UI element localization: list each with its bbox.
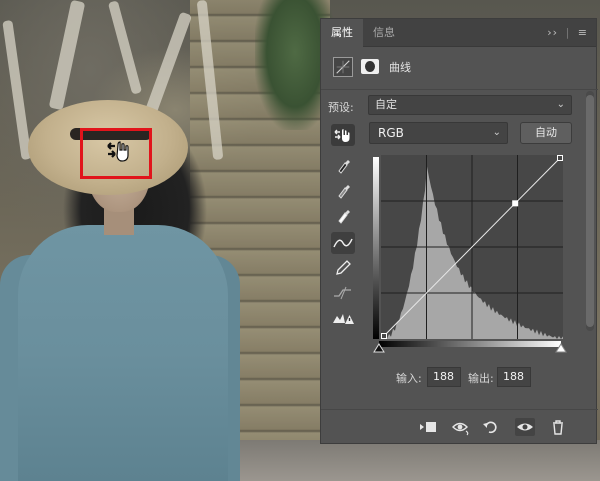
- panel-scrollbar[interactable]: [586, 91, 594, 331]
- scrollbar-thumb[interactable]: [586, 95, 594, 327]
- panel-bottom-bar: [321, 409, 598, 443]
- divider: [321, 89, 598, 90]
- highlight-face: [80, 128, 152, 179]
- properties-panel: 属性 信息 ›› | ≡ 曲线 预设: 自定 ⌄ RGB ⌄ 自动 输入: 18…: [320, 18, 598, 444]
- black-eyedropper-tool[interactable]: [331, 154, 355, 176]
- curve-control-point[interactable]: [557, 155, 563, 161]
- eyedropper-icon: [338, 185, 350, 199]
- chevron-down-icon: ⌄: [492, 127, 501, 138]
- tab-info[interactable]: 信息: [363, 19, 405, 47]
- panel-title: 曲线: [389, 61, 411, 74]
- preset-dropdown[interactable]: 自定 ⌄: [368, 95, 572, 115]
- hand-arrows-icon: [334, 129, 350, 142]
- channel-value: RGB: [378, 126, 404, 140]
- layer-mask-icon[interactable]: [361, 59, 379, 74]
- input-value-field[interactable]: 188: [427, 367, 461, 387]
- curve-control-point[interactable]: [381, 333, 387, 339]
- gray-eyedropper-tool[interactable]: [331, 179, 355, 201]
- on-image-adjust-tool[interactable]: [331, 124, 355, 146]
- preset-value: 自定: [375, 98, 397, 111]
- curves-graph-area: [373, 151, 567, 353]
- panel-header-icons: ›› | ≡: [547, 19, 588, 47]
- clipping-warning-tool[interactable]: [331, 307, 355, 329]
- reset-icon[interactable]: [481, 418, 501, 436]
- tree-root: [2, 19, 32, 161]
- channel-dropdown[interactable]: RGB ⌄: [369, 122, 508, 144]
- dress: [18, 225, 228, 481]
- tree-root: [107, 0, 143, 95]
- view-previous-state-icon[interactable]: [451, 418, 471, 436]
- panel-menu-icon[interactable]: ≡: [578, 26, 588, 39]
- eyedropper-icon: [338, 160, 350, 174]
- chevron-down-icon: ⌄: [556, 99, 565, 110]
- pencil-draw-tool[interactable]: [331, 257, 355, 279]
- panel-header: 属性 信息 ›› | ≡: [321, 19, 596, 47]
- preset-label: 预设:: [328, 101, 354, 114]
- auto-button[interactable]: 自动: [520, 122, 572, 144]
- visibility-eye-icon[interactable]: [515, 418, 535, 436]
- collapse-icon[interactable]: ››: [547, 26, 558, 39]
- curve-icon: [333, 238, 353, 248]
- curve-edit-tool[interactable]: [331, 232, 355, 254]
- output-value-field[interactable]: 188: [497, 367, 531, 387]
- white-eyedropper-tool[interactable]: [331, 204, 355, 226]
- clip-to-layer-icon[interactable]: [418, 418, 438, 436]
- trash-icon[interactable]: [548, 418, 568, 436]
- input-gradient-bar: [379, 341, 561, 347]
- header-separator: |: [565, 26, 571, 39]
- pencil-icon: [336, 260, 351, 275]
- curve-control-point[interactable]: [512, 200, 519, 207]
- white-point-slider-icon[interactable]: [555, 343, 567, 355]
- input-output-row: 输入: 188 输出: 188: [321, 367, 598, 387]
- black-point-slider-icon[interactable]: [373, 343, 385, 355]
- curves-adjustment-icon[interactable]: [333, 57, 353, 77]
- pavement: [240, 440, 600, 481]
- tab-properties[interactable]: 属性: [321, 19, 363, 47]
- tree-root: [48, 0, 86, 111]
- eyedropper-icon: [338, 210, 350, 224]
- smooth-curve-icon: [334, 286, 351, 300]
- output-label: 输出:: [468, 372, 494, 385]
- output-gradient-bar: [373, 157, 379, 339]
- clipping-warning-icon: [333, 314, 354, 324]
- input-label: 输入:: [396, 372, 422, 385]
- adjustment-title-row: 曲线: [321, 55, 598, 81]
- curves-graph[interactable]: [381, 155, 563, 339]
- smooth-tool[interactable]: [331, 282, 355, 304]
